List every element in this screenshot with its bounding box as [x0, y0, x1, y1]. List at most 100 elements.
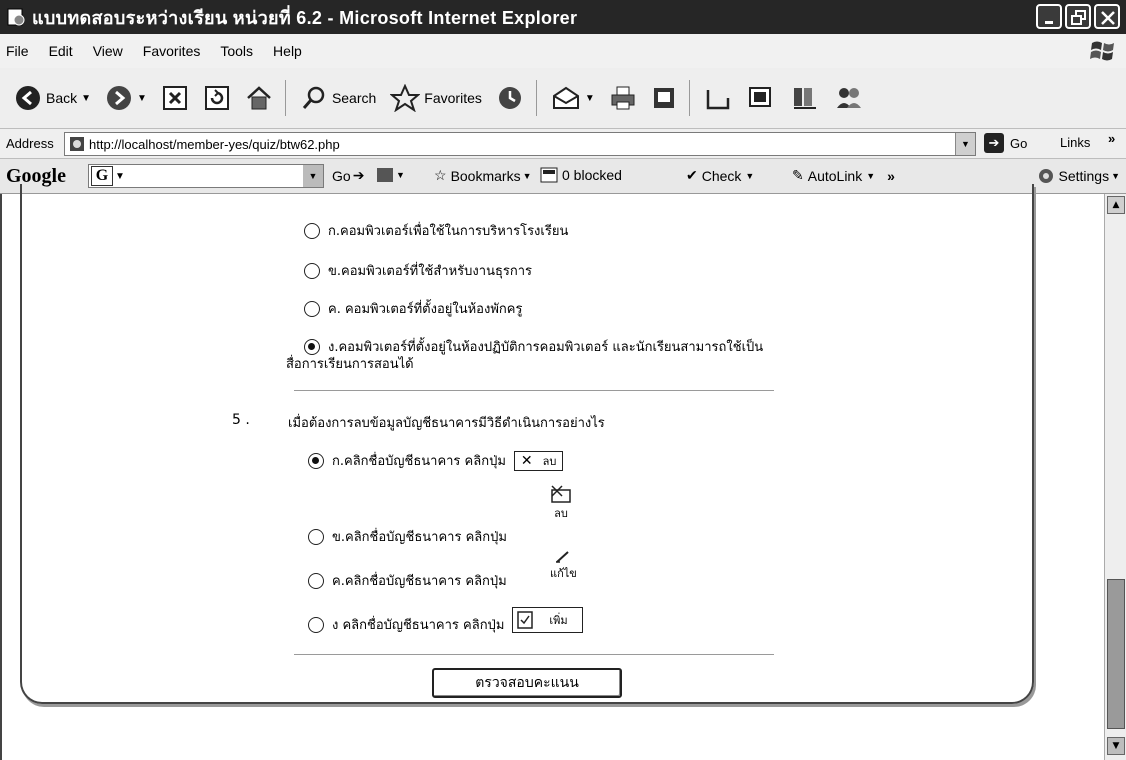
msn-people-icon — [836, 88, 861, 108]
question-number: 5 . — [232, 412, 250, 428]
toolbar-more-icon[interactable]: » — [887, 168, 895, 184]
go-button[interactable]: ➔ Go — [984, 133, 1027, 153]
messenger-icon — [748, 87, 771, 107]
scroll-up-icon[interactable]: ▲ — [1107, 196, 1125, 214]
research-button[interactable] — [790, 84, 820, 112]
radio-button-selected[interactable] — [308, 452, 324, 469]
chevron-more-icon[interactable]: » — [1108, 131, 1115, 146]
settings-gear-icon — [1039, 169, 1054, 183]
address-dropdown-icon[interactable]: ▼ — [955, 133, 975, 155]
window-title-bar: แบบทดสอบระหว่างเรียน หน่วยที่ 6.2 - Micr… — [0, 0, 1126, 34]
autolink-wand-icon: ✎ — [792, 167, 804, 183]
print-icon — [611, 86, 635, 110]
q5-option-ka[interactable]: ก.คลิกชื่อบัญชีธนาคาร คลิกปุ่ม ✕ ลบ — [308, 450, 564, 471]
history-button[interactable] — [496, 84, 524, 112]
discuss-button[interactable] — [704, 84, 732, 112]
mail-dropdown-icon[interactable]: ▼ — [585, 93, 595, 104]
menu-help[interactable]: Help — [263, 34, 312, 68]
edit-icon — [653, 88, 674, 108]
menu-view[interactable]: View — [83, 34, 133, 68]
q5-option-kho-khwai[interactable]: ค.คลิกชื่อบัญชีธนาคาร คลิกปุ่ม — [308, 570, 507, 591]
delete-button-sample: ✕ ลบ — [513, 450, 564, 471]
q5-option-kho[interactable]: ข.คลิกชื่อบัญชีธนาคาร คลิกปุ่ม — [308, 526, 507, 547]
address-field[interactable]: http://localhost/member-yes/quiz/btw62.p… — [64, 132, 976, 156]
home-button[interactable] — [245, 84, 273, 112]
q5-option-ngo[interactable]: ง คลิกชื่อบัญชีธนาคาร คลิกปุ่ม เพิ่ม — [308, 606, 583, 635]
menu-bar: File Edit View Favorites Tools Help — [0, 34, 1126, 68]
standard-toolbar: Back ▼ ▼ Search Favorites ▼ — [0, 68, 1126, 128]
google-g-icon[interactable]: G — [91, 166, 113, 186]
back-button[interactable]: Back ▼ — [14, 84, 91, 112]
radio-button-selected[interactable] — [304, 338, 320, 355]
question-divider — [294, 654, 774, 655]
radio-button[interactable] — [304, 222, 320, 239]
mail-button[interactable]: ▼ — [551, 84, 595, 112]
bookmark-star-icon: ☆ — [434, 167, 447, 183]
arrow-right-icon: ➔ — [352, 167, 365, 183]
option-kho[interactable]: ข.คอมพิวเตอร์ที่ใช้สำหรับงานธุรการ — [304, 260, 532, 281]
webpage-icon — [70, 137, 84, 151]
minimize-icon — [1045, 21, 1053, 24]
edit-button[interactable] — [651, 85, 677, 111]
radio-button[interactable] — [304, 262, 320, 279]
refresh-button[interactable] — [203, 84, 231, 112]
address-label: Address — [6, 136, 54, 151]
radio-button[interactable] — [308, 528, 324, 545]
favorites-star-icon — [390, 84, 421, 112]
home-icon — [247, 86, 271, 110]
forward-arrow-icon — [107, 86, 132, 110]
bookmarks-button[interactable]: ☆ Bookmarks ▼ — [434, 167, 532, 184]
option-ngo-continued: สื่อการเรียนการสอนได้ — [286, 357, 414, 372]
mail-icon — [552, 86, 579, 109]
option-kho-khwai[interactable]: ค. คอมพิวเตอร์ที่ตั้งอยู่ในห้องพักครู — [304, 298, 522, 319]
radio-button[interactable] — [308, 616, 324, 633]
print-button[interactable] — [609, 84, 637, 112]
spellcheck-icon: ✔ — [686, 167, 698, 183]
scroll-thumb[interactable] — [1107, 579, 1125, 729]
page-viewport: ก.คอมพิวเตอร์เพื่อใช้ในการบริหารโรงเรียน… — [0, 184, 1104, 760]
history-icon — [498, 87, 521, 109]
msn-button[interactable] — [834, 84, 864, 112]
menu-favorites[interactable]: Favorites — [133, 34, 211, 68]
stop-button[interactable] — [161, 84, 189, 112]
forward-dropdown-icon[interactable]: ▼ — [137, 93, 147, 104]
delete-folder-icon — [551, 485, 571, 503]
menu-tools[interactable]: Tools — [210, 34, 263, 68]
search-button[interactable]: Search — [300, 84, 376, 112]
check-score-button[interactable]: ตรวจสอบคะแนน — [432, 668, 622, 698]
messenger-button[interactable] — [746, 84, 776, 112]
vertical-scrollbar[interactable]: ▲ ▼ — [1104, 194, 1126, 760]
windows-logo-icon — [1090, 41, 1114, 61]
menu-file[interactable]: File — [0, 34, 39, 68]
maximize-button[interactable] — [1065, 4, 1091, 29]
spellcheck-button[interactable]: ✔ Check ▼ — [686, 167, 754, 184]
popup-blocked-button[interactable]: 0 blocked — [540, 167, 622, 183]
settings-button[interactable]: Settings ▼ — [1037, 167, 1120, 185]
pencil-edit-icon — [556, 551, 570, 563]
radio-button[interactable] — [304, 300, 320, 317]
forward-button[interactable]: ▼ — [105, 84, 147, 112]
option-ka[interactable]: ก.คอมพิวเตอร์เพื่อใช้ในการบริหารโรงเรียน — [304, 220, 568, 241]
links-button[interactable]: Links — [1060, 135, 1090, 150]
autolink-button[interactable]: ✎ AutoLink ▼ » — [792, 167, 895, 184]
back-dropdown-icon[interactable]: ▼ — [81, 93, 91, 104]
scroll-down-icon[interactable]: ▼ — [1107, 737, 1125, 755]
minimize-button[interactable] — [1036, 4, 1062, 29]
address-bar: Address http://localhost/member-yes/quiz… — [0, 128, 1126, 158]
go-arrow-icon: ➔ — [984, 133, 1004, 153]
google-go-button[interactable]: Go ➔ — [332, 167, 364, 184]
g-dropdown-icon[interactable]: ▼ — [115, 171, 125, 182]
add-button-sample: เพิ่ม — [512, 606, 583, 633]
favorites-button[interactable]: Favorites — [390, 84, 482, 112]
google-news-button[interactable]: ▼ — [376, 167, 405, 183]
close-button[interactable] — [1094, 4, 1120, 29]
radio-button[interactable] — [308, 572, 324, 589]
ie-page-icon — [7, 8, 25, 26]
question-text: เมื่อต้องการลบข้อมูลบัญชีธนาคารมีวิธีดำเ… — [288, 416, 605, 431]
question-divider — [294, 390, 774, 391]
popup-blocker-icon — [540, 167, 558, 183]
menu-edit[interactable]: Edit — [39, 34, 83, 68]
address-url: http://localhost/member-yes/quiz/btw62.p… — [89, 136, 340, 152]
close-icon — [1101, 11, 1115, 25]
delete-x-icon: ✕ — [520, 452, 533, 469]
